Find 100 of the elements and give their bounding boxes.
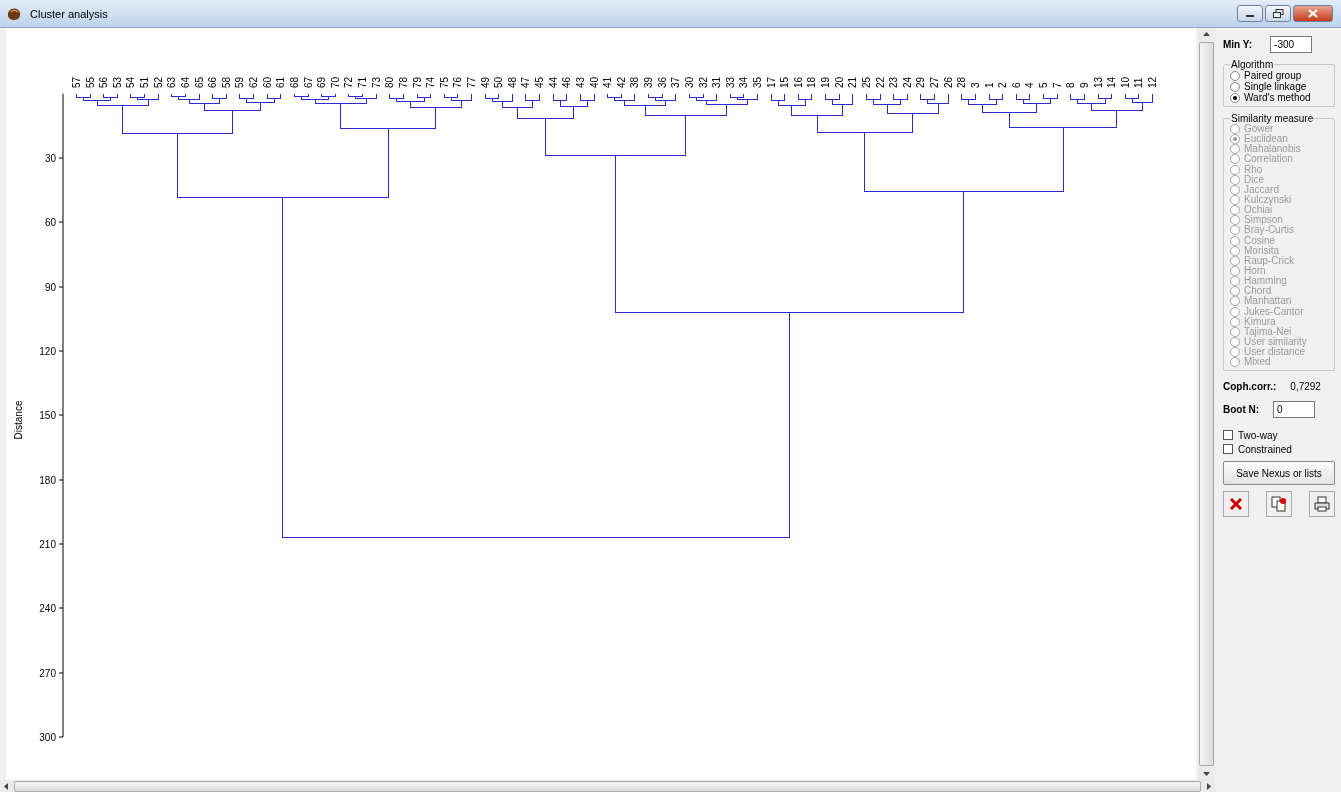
checkbox[interactable]	[1223, 444, 1233, 455]
leaf-label: 16	[793, 76, 804, 88]
leaf-label: 4	[1024, 82, 1035, 88]
leaf-label: 14	[1106, 76, 1117, 88]
leaf-label: 58	[221, 76, 232, 88]
leaf-label: 11	[1133, 77, 1144, 88]
leaf-label: 30	[684, 76, 695, 88]
radio-label[interactable]: Paired group	[1244, 70, 1302, 81]
leaf-label: 33	[725, 76, 736, 88]
checkbox-label[interactable]: Constrained	[1238, 443, 1292, 455]
tick-label: 60	[44, 216, 56, 228]
save-button[interactable]: Save Nexus or lists	[1223, 461, 1335, 486]
boot-n-field[interactable]: 0	[1273, 401, 1316, 419]
scrollbar-thumb[interactable]	[1199, 42, 1214, 766]
close-icon[interactable]	[1223, 491, 1249, 518]
leaf-label: 62	[248, 76, 259, 88]
leaf-label: 71	[357, 76, 368, 88]
leaf-label: 77	[466, 76, 477, 88]
leaf-label: 52	[153, 76, 164, 88]
leaf-label: 35	[752, 76, 763, 88]
leaf-label: 15	[779, 76, 790, 88]
tick-label: 300	[39, 731, 56, 743]
restore-button[interactable]	[1265, 5, 1291, 22]
leaf-label: 7	[1052, 82, 1063, 88]
minimize-button[interactable]	[1237, 5, 1263, 22]
leaf-label: 63	[166, 76, 177, 88]
leaf-label: 80	[384, 76, 395, 88]
leaf-label: 38	[629, 76, 640, 88]
leaf-label: 47	[520, 76, 531, 88]
leaf-label: 29	[915, 76, 926, 88]
leaf-label: 42	[616, 76, 627, 88]
tick-label: 120	[39, 345, 56, 357]
checkbox[interactable]	[1223, 430, 1233, 441]
printer-icon[interactable]	[1309, 491, 1335, 518]
leaf-label: 66	[207, 76, 218, 88]
leaf-label: 23	[888, 76, 899, 88]
radio-button[interactable]	[1230, 81, 1240, 92]
leaf-label: 36	[657, 76, 668, 88]
leaf-label: 13	[1093, 76, 1104, 88]
leaf-label: 64	[180, 76, 191, 88]
leaf-label: 53	[112, 76, 123, 88]
leaf-label: 68	[289, 76, 300, 88]
leaf-label: 9	[1079, 82, 1090, 88]
leaf-label: 10	[1120, 76, 1131, 88]
leaf-label: 12	[1147, 76, 1158, 88]
leaf-label: 55	[85, 76, 96, 88]
leaf-label: 40	[589, 76, 600, 88]
tick-label: 150	[39, 409, 56, 421]
leaf-label: 67	[303, 76, 314, 88]
leaf-label: 22	[875, 76, 886, 88]
leaf-label: 73	[371, 76, 382, 88]
leaf-label: 51	[139, 76, 150, 88]
close-button[interactable]	[1293, 5, 1333, 22]
leaf-label: 41	[602, 76, 613, 88]
min-y-field[interactable]: -300	[1270, 36, 1313, 53]
leaf-label: 61	[275, 76, 286, 88]
leaf-label: 20	[834, 76, 845, 88]
close-icon	[1308, 9, 1318, 18]
tick-label: 210	[39, 538, 56, 550]
leaf-label: 5	[1038, 82, 1049, 88]
axis-title: Distance	[13, 400, 24, 440]
leaf-label: 26	[943, 76, 954, 88]
leaf-label: 43	[575, 76, 586, 88]
leaf-label: 28	[956, 76, 967, 88]
radio-label[interactable]: Ward's method	[1244, 92, 1311, 103]
vertical-scrollbar[interactable]	[1198, 28, 1215, 780]
leaf-label: 57	[71, 76, 82, 88]
leaf-label: 56	[98, 76, 109, 88]
scroll-left-icon[interactable]	[4, 782, 8, 790]
radio-button[interactable]	[1230, 92, 1240, 103]
leaf-label: 79	[412, 76, 423, 88]
copy-icon[interactable]	[1266, 491, 1292, 518]
leaf-label: 49	[480, 76, 491, 88]
leaf-label: 44	[548, 76, 559, 88]
leaf-label: 2	[997, 82, 1008, 88]
leaf-label: 74	[425, 76, 436, 88]
leaf-label: 31	[711, 76, 722, 88]
leaf-label: 27	[929, 76, 940, 88]
tick-label: 90	[44, 281, 56, 293]
checkbox-label[interactable]: Two-way	[1238, 429, 1278, 441]
leaf-label: 24	[902, 76, 913, 88]
coph-corr-label: Coph.corr.:	[1223, 381, 1277, 393]
leaf-label: 75	[439, 76, 450, 88]
tick-label: 270	[39, 667, 56, 679]
leaf-label: 46	[561, 76, 572, 88]
leaf-label: 59	[234, 76, 245, 88]
leaf-label: 39	[643, 76, 654, 88]
radio-button[interactable]	[1230, 70, 1240, 81]
boot-n-label: Boot N:	[1223, 404, 1260, 416]
scroll-up-icon[interactable]	[1203, 32, 1210, 36]
leaf-label: 45	[534, 76, 545, 88]
scroll-down-icon[interactable]	[1203, 772, 1210, 776]
min-y-label: Min Y:	[1223, 39, 1253, 50]
radio-label[interactable]: Single linkage	[1244, 81, 1307, 92]
group-title: Algorithm	[1230, 59, 1275, 70]
leaf-label: 8	[1065, 82, 1076, 88]
scroll-right-icon[interactable]	[1207, 782, 1211, 790]
app-icon	[6, 6, 22, 21]
leaf-label: 76	[452, 76, 463, 88]
leaf-label: 3	[970, 82, 981, 88]
